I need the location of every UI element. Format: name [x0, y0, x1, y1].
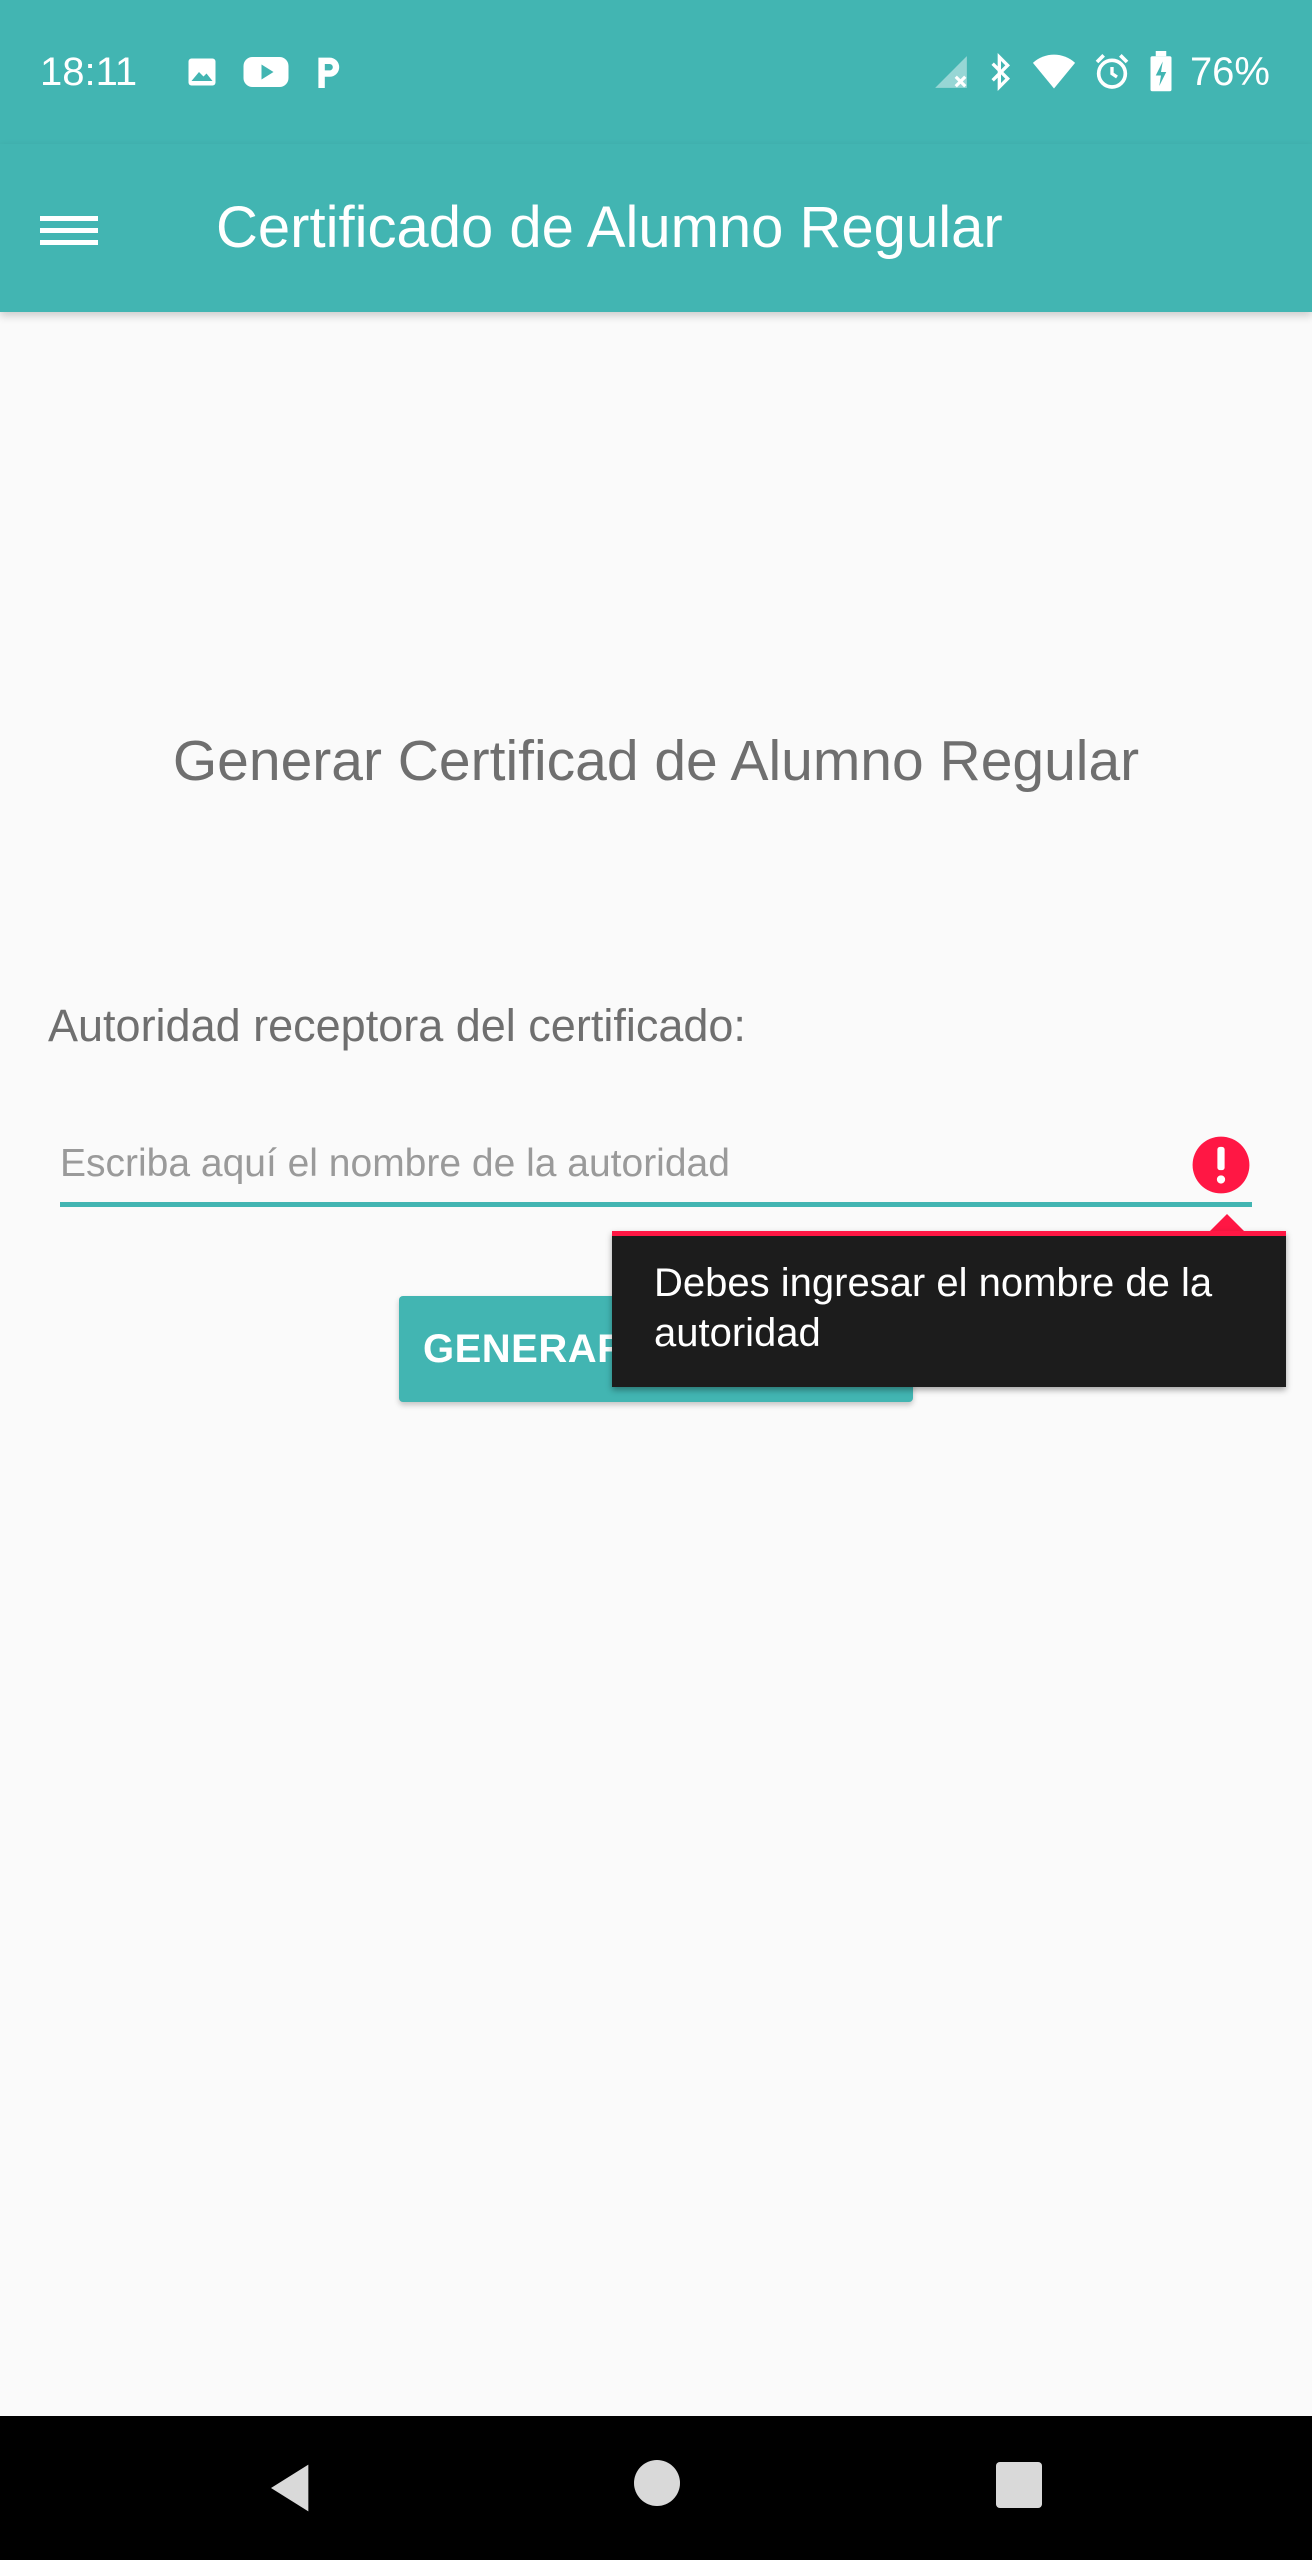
- status-left-icons: [184, 52, 344, 92]
- menu-button[interactable]: [40, 192, 128, 264]
- alarm-icon: [1095, 54, 1129, 89]
- authority-name-input[interactable]: [60, 1124, 1150, 1204]
- status-time: 18:11: [40, 50, 138, 94]
- status-right-icons: 76%: [932, 48, 1270, 96]
- bluetooth-icon: [991, 52, 1010, 92]
- error-icon: [1192, 1136, 1250, 1194]
- page-title: Certificado de Alumno Regular: [216, 195, 1003, 260]
- app-bar: Certificado de Alumno Regular: [0, 144, 1312, 312]
- navigation-bar: [0, 2416, 1312, 2560]
- recents-icon[interactable]: [996, 2462, 1042, 2508]
- parking-icon: [318, 57, 340, 88]
- error-message: Debes ingresar el nombre de la autoridad: [654, 1261, 1213, 1355]
- error-popup-arrow: [1210, 1214, 1244, 1231]
- status-bar: 18:11 76%: [0, 0, 1312, 144]
- authority-field-label: Autoridad receptora del certificado:: [48, 1000, 746, 1051]
- no-signal-icon: [935, 56, 967, 88]
- youtube-icon: [243, 57, 289, 87]
- back-icon[interactable]: [264, 2460, 320, 2516]
- home-icon[interactable]: [634, 2460, 680, 2506]
- error-popup: Debes ingresar el nombre de la autoridad: [612, 1231, 1286, 1387]
- main-heading: Generar Certificad de Alumno Regular: [172, 729, 1140, 793]
- input-underline: [60, 1202, 1252, 1207]
- authority-input-group: [60, 1124, 1252, 1208]
- battery-percent: 76%: [1189, 50, 1270, 94]
- image-icon: [188, 58, 216, 86]
- hamburger-menu-icon: [40, 216, 98, 245]
- battery-charging-icon: [1150, 51, 1172, 92]
- wifi-icon: [1032, 54, 1076, 89]
